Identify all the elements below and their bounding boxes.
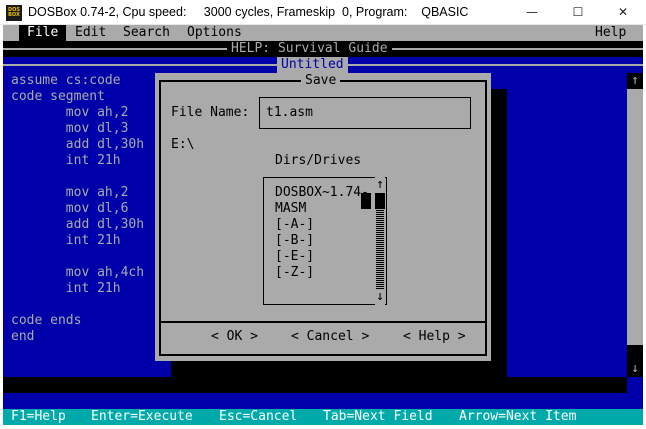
code-line[interactable]: mov ah,4ch [11,265,144,281]
dialog-separator [159,321,487,323]
code-line[interactable]: int 21h [11,153,121,169]
code-line[interactable]: int 21h [11,233,121,249]
file-name-field[interactable]: t1.asm [259,97,471,129]
title-bar: DOS BOX DOSBox 0.74-2, Cpu speed: 3000 c… [0,0,646,25]
help-window-title: HELP: Survival Guide [227,41,392,57]
menu-search[interactable]: Search [115,25,178,41]
code-line[interactable]: mov ah,2 [11,105,129,121]
status-esc-cancel: Esc=Cancel [219,409,298,424]
list-item[interactable]: [-Z-] [275,265,314,281]
maximize-button[interactable]: ☐ [555,0,601,25]
minimize-button[interactable]: — [509,0,555,25]
editor-vertical-scrollbar[interactable]: ↑ ↓ [627,73,643,377]
editor-title: Untitled [277,57,348,73]
code-line[interactable]: mov dl,3 [11,121,129,137]
ok-button[interactable]: < OK > [211,329,258,345]
list-scroll-up-icon[interactable]: ↑ [375,177,385,193]
editor-horizontal-scrollbar[interactable] [3,377,627,393]
code-line[interactable]: code ends [11,313,81,329]
code-line[interactable]: mov ah,2 [11,185,129,201]
dos-screen: File Edit Search Options Help HELP: Surv… [3,25,643,425]
list-item[interactable]: DOSBOX~1.74- [275,185,369,201]
list-scroll-thumb[interactable] [375,193,385,209]
code-line[interactable]: end [11,329,34,345]
status-tab-next-field: Tab=Next Field [323,409,433,424]
code-line[interactable]: int 21h [11,281,121,297]
code-line[interactable]: assume cs:code [11,73,121,89]
list-item[interactable]: [-B-] [275,233,314,249]
list-item[interactable]: [-E-] [275,249,314,265]
save-dialog: Save File Name: t1.asm E:\ Dirs/Drives D… [155,73,491,361]
cancel-button[interactable]: < Cancel > [291,329,369,345]
menu-bar: File Edit Search Options Help [3,25,643,41]
code-line[interactable]: add dl,30h [11,217,144,233]
list-item[interactable]: [-A-] [275,217,314,233]
file-name-value[interactable]: t1.asm [266,105,313,121]
status-arrow-next-item: Arrow=Next Item [459,409,577,424]
status-enter-execute: Enter=Execute [91,409,193,424]
close-button[interactable]: ✕ [600,0,646,25]
code-line[interactable]: code segment [11,89,105,105]
scroll-up-arrow-icon[interactable]: ↑ [627,73,643,89]
code-line[interactable]: mov dl,6 [11,201,129,217]
code-line[interactable]: add dl,30h [11,137,144,153]
current-path: E:\ [171,137,195,152]
menu-edit[interactable]: Edit [67,25,114,41]
dialog-title: Save [301,73,341,89]
dosbox-window: DOS BOX DOSBox 0.74-2, Cpu speed: 3000 c… [0,0,646,429]
menu-help[interactable]: Help [587,25,634,41]
dosbox-app-icon: DOS BOX [6,5,22,21]
list-scroll-down-icon[interactable]: ↓ [375,289,385,305]
selection-cursor [361,193,371,209]
scroll-down-arrow-icon[interactable]: ↓ [627,361,643,377]
help-window-bar[interactable]: HELP: Survival Guide [3,41,643,57]
scroll-thumb[interactable] [627,345,643,361]
menu-options[interactable]: Options [179,25,250,41]
help-button[interactable]: < Help > [403,329,466,345]
status-bar: F1=Help Enter=Execute Esc=Cancel Tab=Nex… [3,409,643,425]
window-title: DOSBox 0.74-2, Cpu speed: 3000 cycles, F… [28,5,469,19]
status-f1-help: F1=Help [11,409,66,424]
list-item[interactable]: MASM [275,201,306,217]
file-name-label: File Name: [171,105,250,120]
dirs-drives-label: Dirs/Drives [275,153,362,168]
menu-file[interactable]: File [19,25,67,41]
